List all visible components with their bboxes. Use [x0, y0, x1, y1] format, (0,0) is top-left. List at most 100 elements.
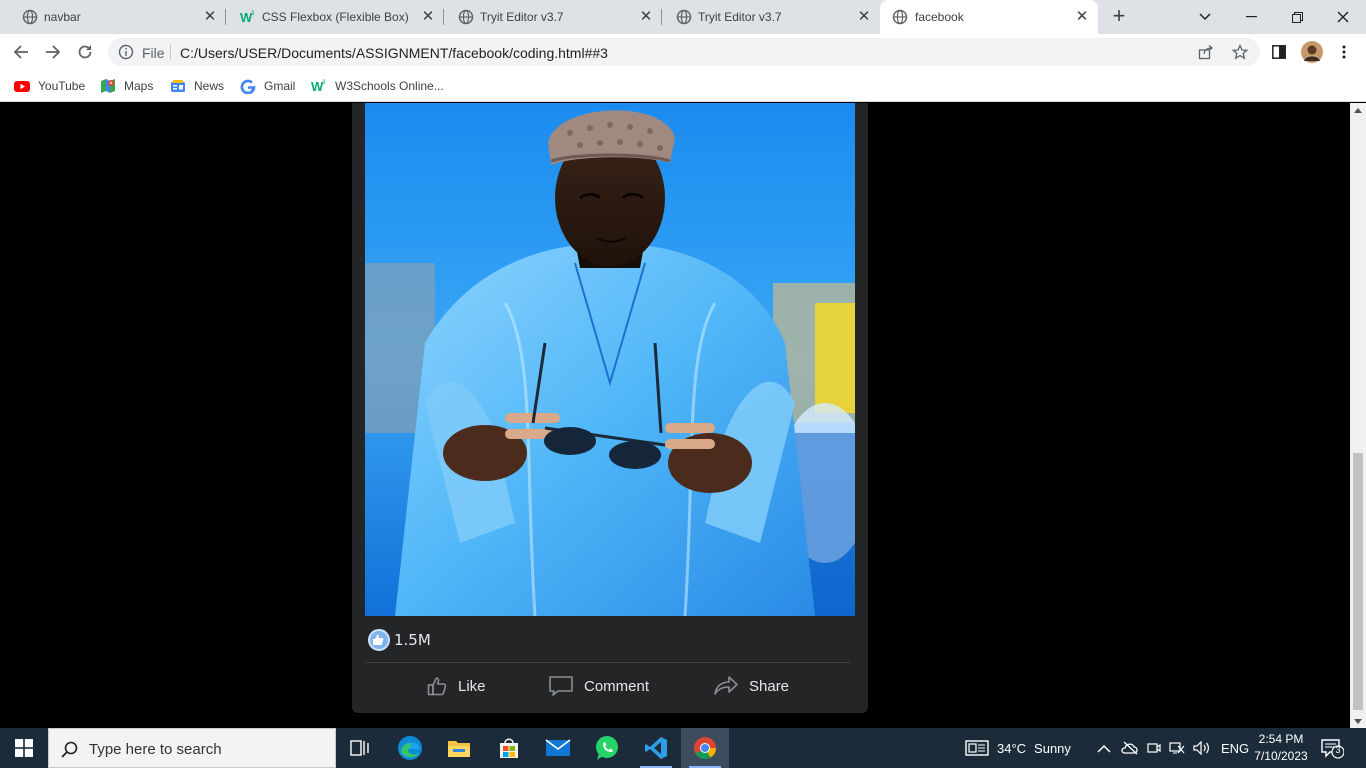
tab-navbar[interactable]: navbar ✕	[8, 0, 226, 34]
caret-down-icon	[1354, 718, 1362, 724]
tab-css-flexbox[interactable]: W3 CSS Flexbox (Flexible Box) ✕	[226, 0, 444, 34]
whatsapp-icon	[596, 736, 618, 760]
close-tab-icon[interactable]: ✕	[1074, 9, 1090, 25]
bookmark-w3schools[interactable]: W3 W3Schools Online...	[311, 77, 444, 95]
menu-button[interactable]	[1331, 39, 1357, 65]
bookmarks-bar: YouTube Maps News Gmail W3 W3Schools Onl…	[0, 70, 1366, 102]
bookmark-label: W3Schools Online...	[335, 79, 444, 93]
clock-date: 7/10/2023	[1254, 749, 1308, 763]
reload-icon	[78, 45, 92, 59]
more-vert-icon	[1342, 45, 1346, 59]
info-icon[interactable]	[118, 44, 134, 60]
forward-button[interactable]	[40, 39, 66, 65]
url-text[interactable]: C:/Users/USER/Documents/ASSIGNMENT/faceb…	[180, 45, 608, 61]
close-icon	[1337, 11, 1349, 23]
taskbar-clock[interactable]: 2:54 PM 7/10/2023	[1248, 731, 1314, 765]
youtube-icon	[14, 81, 30, 92]
close-window-button[interactable]	[1320, 0, 1366, 34]
edge-icon	[398, 736, 422, 760]
chevron-up-icon[interactable]	[1097, 744, 1111, 753]
bookmark-youtube[interactable]: YouTube	[14, 77, 85, 95]
share-button[interactable]: Share	[713, 670, 789, 702]
whatsapp-taskbar-button[interactable]	[583, 728, 631, 768]
tab-search-button[interactable]	[1182, 0, 1228, 34]
comment-label: Comment	[584, 677, 650, 695]
bookmark-gmail[interactable]: Gmail	[240, 77, 295, 95]
tab-tryit-editor-1[interactable]: Tryit Editor v3.7 ✕	[444, 0, 662, 34]
page-scrollbar[interactable]	[1350, 103, 1366, 728]
reaction-summary[interactable]: 1.5M	[368, 629, 431, 651]
post-card: 1.5M Like Comment Share	[352, 103, 868, 713]
chrome-icon	[694, 737, 716, 759]
close-tab-icon[interactable]: ✕	[420, 9, 436, 25]
globe-icon	[458, 9, 474, 25]
mail-taskbar-button[interactable]	[534, 728, 582, 768]
actions-divider	[365, 662, 850, 663]
store-taskbar-button[interactable]	[485, 728, 533, 768]
tab-strip: navbar ✕ W3 CSS Flexbox (Flexible Box) ✕…	[0, 0, 1366, 34]
scroll-down-arrow[interactable]	[1350, 714, 1366, 728]
task-view-button[interactable]	[336, 728, 384, 768]
tab-title: CSS Flexbox (Flexible Box)	[262, 10, 409, 24]
side-panel-button[interactable]	[1266, 39, 1292, 65]
file-explorer-taskbar-button[interactable]	[435, 728, 483, 768]
close-tab-icon[interactable]: ✕	[856, 9, 872, 25]
onedrive-offline-icon[interactable]	[1121, 741, 1139, 755]
bookmark-news[interactable]: News	[170, 77, 224, 95]
back-button[interactable]	[8, 39, 34, 65]
share-page-icon[interactable]	[1198, 44, 1214, 60]
chrome-taskbar-button[interactable]	[681, 728, 729, 768]
notification-center-button[interactable]: 3	[1320, 736, 1345, 760]
taskbar-search-box[interactable]: Type here to search	[48, 728, 336, 768]
scrollbar-thumb[interactable]	[1353, 453, 1363, 710]
close-tab-icon[interactable]: ✕	[638, 9, 654, 25]
globe-icon	[892, 9, 908, 25]
bookmark-label: YouTube	[38, 79, 86, 93]
post-image[interactable]	[365, 103, 855, 616]
page-viewport: 1.5M Like Comment Share	[0, 103, 1350, 728]
avatar	[1301, 41, 1323, 63]
profile-button[interactable]	[1299, 39, 1325, 65]
like-label: Like	[458, 677, 486, 695]
scheme-label: File	[142, 45, 165, 61]
minimize-icon	[1245, 16, 1257, 18]
volume-icon[interactable]	[1193, 741, 1211, 755]
clock-time: 2:54 PM	[1258, 732, 1304, 746]
vscode-taskbar-button[interactable]	[632, 728, 680, 768]
caret-up-icon	[1354, 107, 1362, 113]
weather-description: Sunny	[1034, 740, 1071, 756]
tab-tryit-editor-2[interactable]: Tryit Editor v3.7 ✕	[662, 0, 880, 34]
address-bar[interactable]: File C:/Users/USER/Documents/ASSIGNMENT/…	[108, 38, 1260, 66]
system-tray: ENG	[1097, 728, 1249, 768]
language-indicator[interactable]: ENG	[1221, 741, 1249, 756]
bookmark-star-icon[interactable]	[1232, 44, 1248, 60]
weather-widget[interactable]: 34°C Sunny	[965, 728, 1071, 768]
thumbs-up-icon	[427, 677, 447, 696]
meet-now-icon[interactable]	[1147, 741, 1161, 755]
comment-icon	[549, 676, 573, 696]
reload-button[interactable]	[72, 39, 98, 65]
weather-temperature: 34°C	[997, 740, 1027, 756]
like-reaction-icon	[368, 629, 390, 651]
like-button[interactable]: Like	[426, 670, 486, 702]
network-icon[interactable]	[1169, 741, 1185, 755]
tab-facebook[interactable]: facebook ✕	[880, 0, 1098, 34]
start-button[interactable]	[0, 728, 48, 768]
minimize-button[interactable]	[1228, 0, 1274, 34]
restore-icon	[1291, 11, 1303, 23]
tab-title: Tryit Editor v3.7	[480, 10, 564, 24]
bookmark-maps[interactable]: Maps	[100, 77, 153, 95]
new-tab-button[interactable]: +	[1106, 5, 1132, 29]
store-icon	[500, 738, 518, 758]
windows-logo-icon	[15, 739, 33, 757]
scroll-up-arrow[interactable]	[1350, 103, 1366, 117]
news-icon	[171, 80, 185, 92]
comment-button[interactable]: Comment	[548, 670, 649, 702]
svg-text:3: 3	[322, 80, 326, 86]
close-tab-icon[interactable]: ✕	[202, 9, 218, 25]
edge-taskbar-button[interactable]	[386, 728, 434, 768]
vscode-icon	[645, 737, 667, 759]
arrow-right-icon	[46, 45, 61, 59]
bookmark-label: Gmail	[264, 79, 296, 93]
restore-button[interactable]	[1274, 0, 1320, 34]
